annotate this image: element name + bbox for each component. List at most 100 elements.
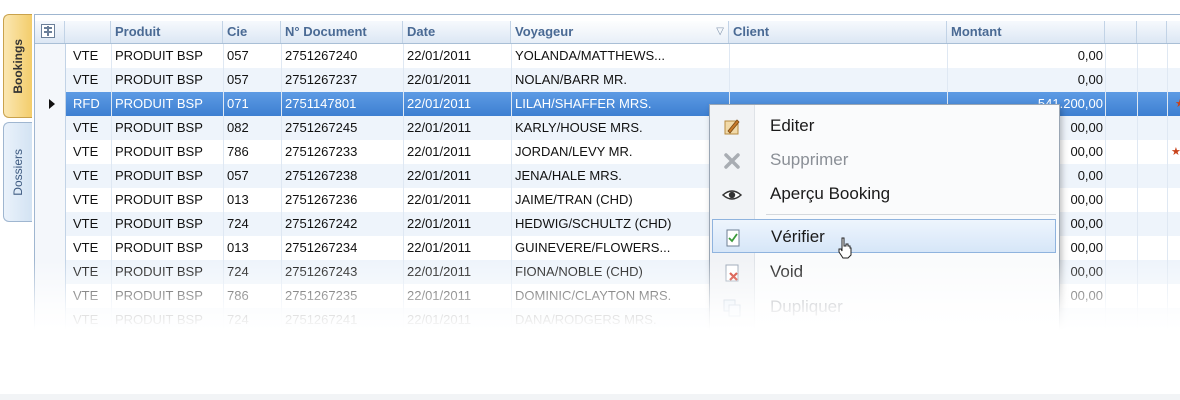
column-separator	[1105, 236, 1106, 260]
header-date[interactable]: Date	[403, 21, 511, 43]
row-indicator[interactable]	[35, 188, 66, 212]
cell-voyageur: FIONA/NOBLE (CHD)	[515, 264, 643, 279]
row-indicator[interactable]	[35, 308, 66, 330]
column-separator	[111, 44, 112, 68]
tab-bookings[interactable]: Bookings	[3, 14, 32, 118]
column-separator	[281, 116, 282, 140]
header-extra-1[interactable]	[1105, 21, 1137, 43]
column-separator	[281, 140, 282, 164]
column-separator	[1137, 212, 1138, 236]
cell-voyageur: JENA/HALE MRS.	[515, 168, 622, 183]
row-indicator[interactable]	[35, 44, 66, 68]
cell-voyageur: JORDAN/LEVY MR.	[515, 144, 633, 159]
cell-cie: 013	[227, 240, 249, 255]
column-separator	[111, 188, 112, 212]
menu-item-void[interactable]: Void	[712, 255, 1056, 289]
void-document-icon	[725, 264, 739, 282]
cell-voyageur: DOMINIC/CLAYTON MRS.	[515, 288, 672, 303]
cell-date: 22/01/2011	[407, 192, 472, 207]
cell-produit: PRODUIT BSP	[115, 96, 203, 111]
column-separator	[223, 44, 224, 68]
column-separator	[403, 92, 404, 116]
tab-dossiers-label: Dossiers	[11, 148, 25, 196]
column-separator	[403, 260, 404, 284]
current-row-arrow-icon	[49, 99, 55, 109]
column-separator	[1105, 44, 1106, 68]
row-indicator[interactable]	[35, 284, 66, 308]
cell-cie: 082	[227, 120, 249, 135]
filter-icon[interactable]: ▽	[716, 21, 724, 43]
cell-type: VTE	[73, 48, 99, 63]
column-separator	[111, 140, 112, 164]
column-separator	[511, 92, 512, 116]
menu-item-verifier[interactable]: Vérifier	[712, 219, 1056, 253]
column-separator	[1167, 284, 1168, 308]
header-voyageur[interactable]: Voyageur ▽	[511, 21, 729, 43]
column-separator	[1167, 188, 1168, 212]
row-indicator[interactable]	[35, 68, 66, 92]
column-separator	[1167, 260, 1168, 284]
table-row[interactable]: VTE PRODUIT BSP 057 2751267237 22/01/2011 NOL…	[35, 68, 1180, 92]
bottom-strip	[0, 394, 1180, 400]
column-separator	[403, 188, 404, 212]
cell-produit: PRODUIT BSP	[115, 240, 203, 255]
column-separator	[1137, 260, 1138, 284]
cell-type: VTE	[73, 264, 99, 279]
header-cie[interactable]: Cie	[223, 21, 281, 43]
column-separator	[1137, 92, 1138, 116]
cell-type: VTE	[73, 144, 99, 159]
header-type[interactable]	[65, 21, 111, 43]
row-indicator[interactable]	[35, 260, 66, 284]
row-indicator[interactable]	[35, 92, 66, 116]
flag-icon: ★	[1175, 98, 1180, 110]
table-row[interactable]: VTE PRODUIT BSP 057 2751267240 22/01/2011 YOL…	[35, 44, 1180, 68]
column-separator	[403, 68, 404, 92]
column-separator	[281, 260, 282, 284]
menu-item-editer[interactable]: Editer	[712, 109, 1056, 143]
header-client[interactable]: Client	[729, 21, 947, 43]
cell-date: 22/01/2011	[407, 120, 472, 135]
row-indicator[interactable]	[35, 116, 66, 140]
column-separator	[511, 44, 512, 68]
cell-voyageur: LILAH/SHAFFER MRS.	[515, 96, 652, 111]
column-separator	[223, 260, 224, 284]
column-separator	[729, 68, 730, 92]
cell-montant: 0,00	[1077, 72, 1103, 87]
column-separator	[1167, 164, 1168, 188]
header-document[interactable]: N° Document	[281, 21, 403, 43]
column-separator	[281, 284, 282, 308]
header-extra-2[interactable]	[1137, 21, 1167, 43]
column-chooser-cell[interactable]	[35, 21, 65, 43]
row-indicator[interactable]	[35, 164, 66, 188]
cell-produit: PRODUIT BSP	[115, 120, 203, 135]
vertical-tab-strip: Bookings Dossiers	[0, 14, 34, 330]
column-separator	[223, 212, 224, 236]
row-indicator[interactable]	[35, 236, 66, 260]
tab-dossiers[interactable]: Dossiers	[3, 122, 32, 222]
column-separator	[281, 164, 282, 188]
menu-item-dupliquer[interactable]: Dupliquer	[712, 290, 1056, 324]
cell-type: VTE	[73, 312, 99, 327]
cell-date: 22/01/2011	[407, 96, 472, 111]
cell-produit: PRODUIT BSP	[115, 312, 203, 327]
row-indicator[interactable]	[35, 212, 66, 236]
column-separator	[403, 164, 404, 188]
cell-doc: 2751267235	[285, 288, 358, 303]
cell-doc: 2751267238	[285, 168, 358, 183]
column-separator	[511, 164, 512, 188]
cell-date: 22/01/2011	[407, 144, 472, 159]
row-indicator[interactable]	[35, 140, 66, 164]
column-separator	[729, 44, 730, 68]
menu-item-supprimer[interactable]: Supprimer	[712, 143, 1056, 177]
column-separator	[223, 284, 224, 308]
check-document-icon	[726, 229, 740, 247]
column-separator	[1105, 260, 1106, 284]
column-separator	[1137, 44, 1138, 68]
column-separator	[223, 116, 224, 140]
menu-item-apercu[interactable]: Aperçu Booking	[712, 177, 1056, 211]
column-separator	[1167, 236, 1168, 260]
header-montant[interactable]: Montant	[947, 21, 1105, 43]
cell-type: VTE	[73, 240, 99, 255]
header-produit[interactable]: Produit	[111, 21, 223, 43]
column-chooser-icon[interactable]	[41, 24, 55, 38]
